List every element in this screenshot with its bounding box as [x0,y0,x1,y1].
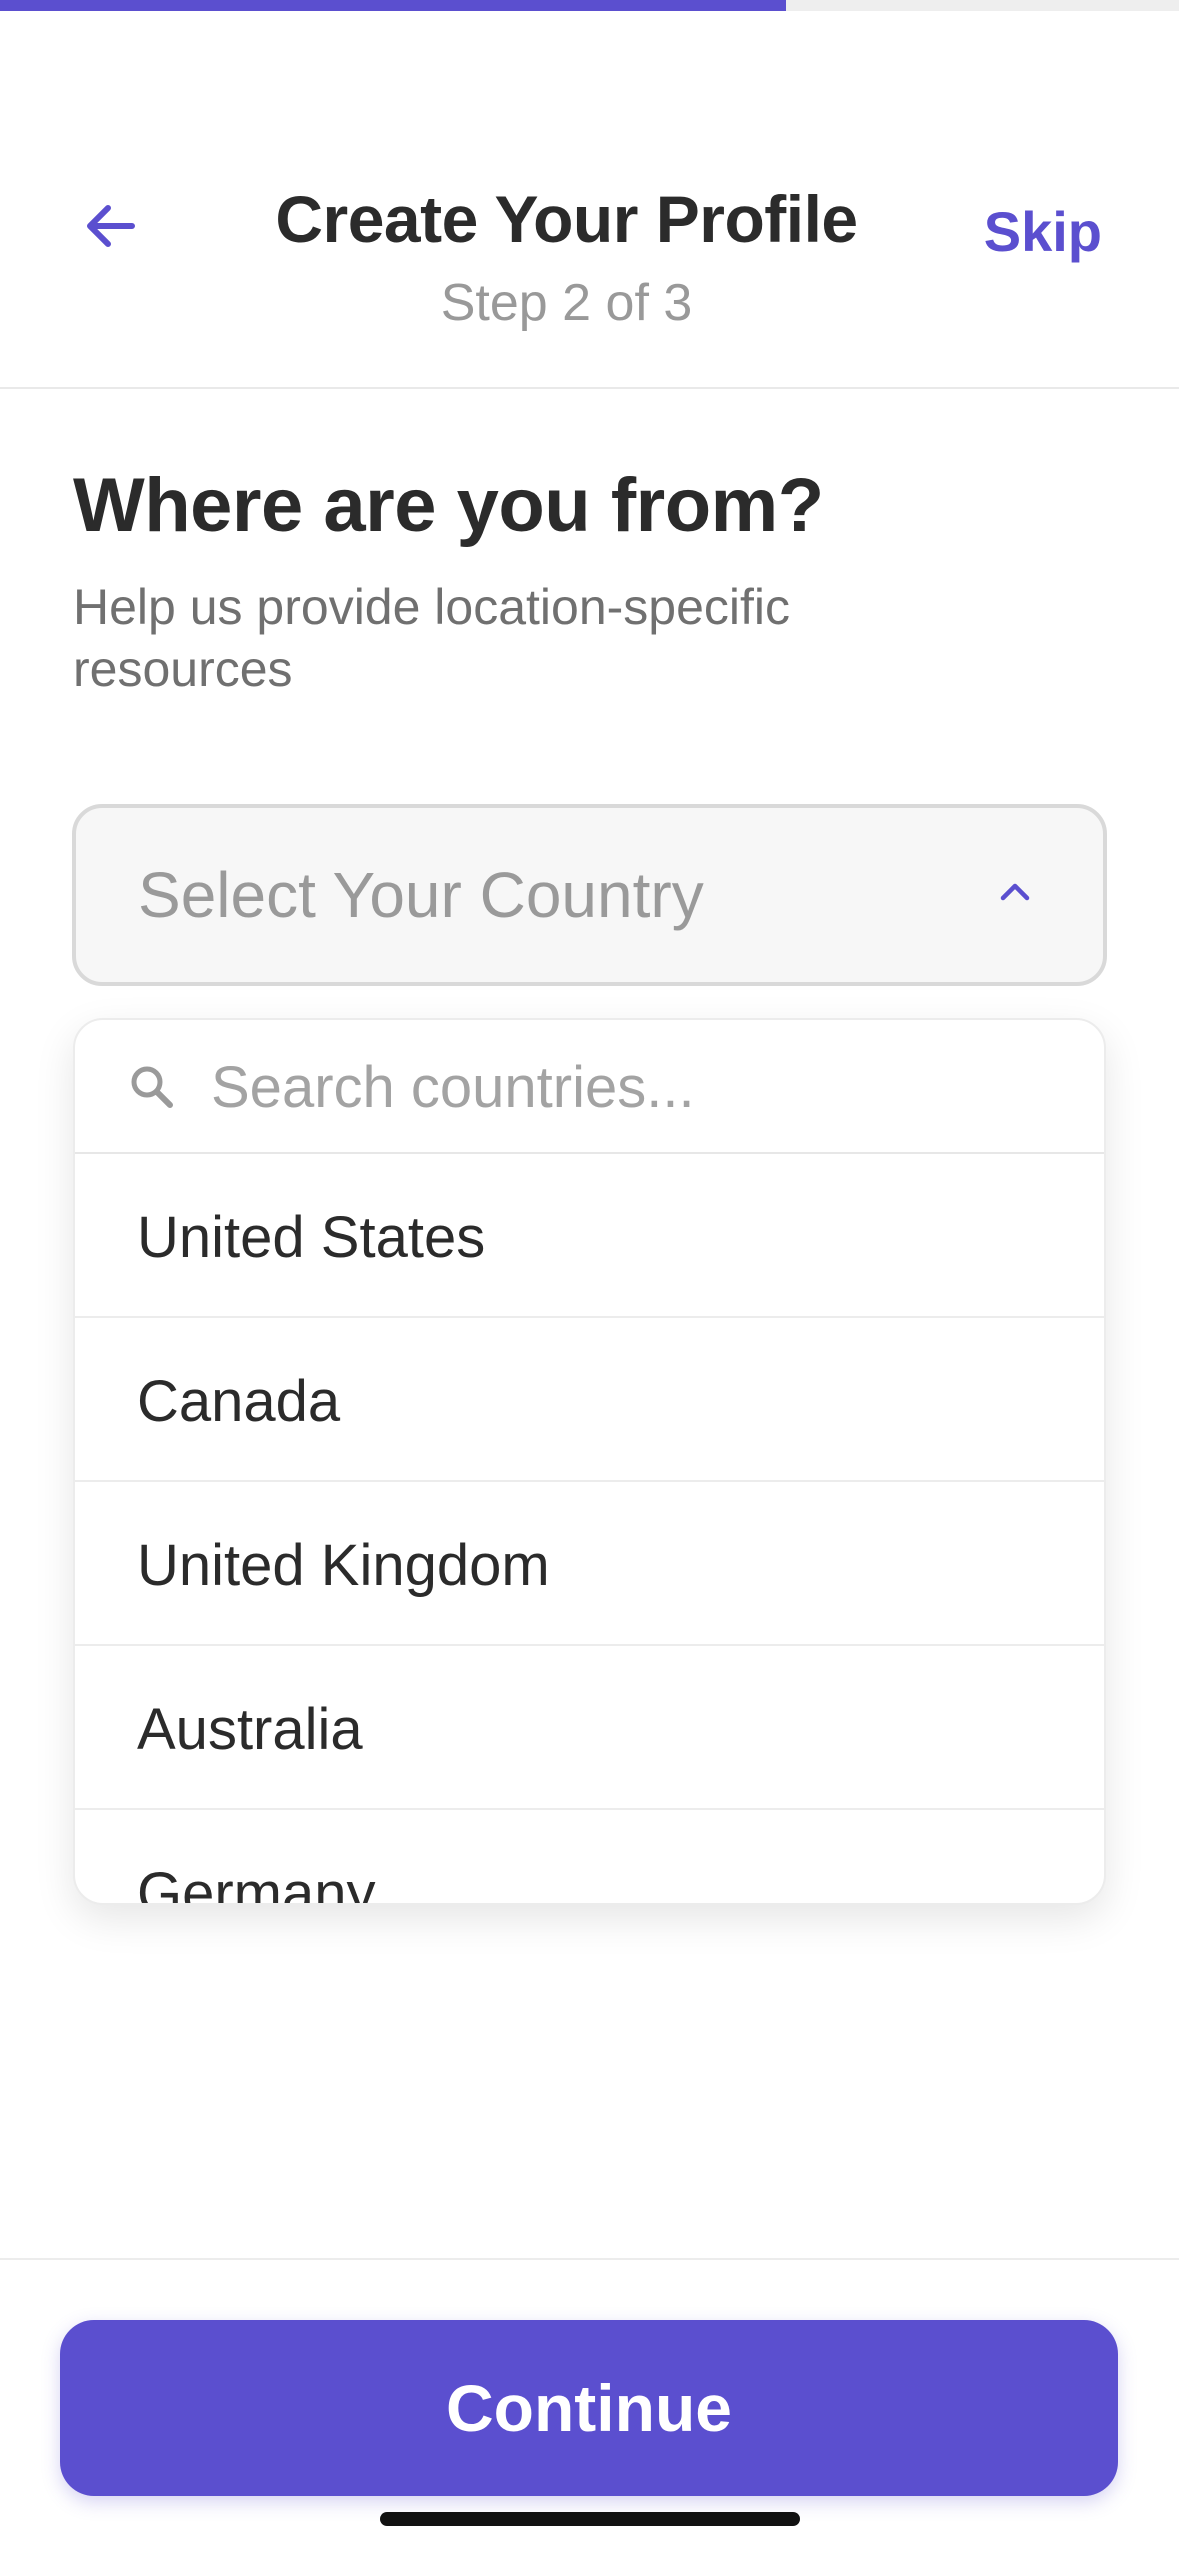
country-search-row [75,1020,1104,1154]
country-option[interactable]: Germany [75,1810,1104,1905]
country-option-label: United States [137,1205,486,1270]
country-option-label: Germany [137,1861,376,1905]
search-icon [131,1066,173,1108]
question-heading: Where are you from? [73,463,824,548]
skip-button[interactable]: Skip [984,199,1102,264]
step-indicator: Step 2 of 3 [440,274,693,332]
country-option-label: Canada [137,1369,341,1434]
country-option-label: Australia [137,1697,363,1762]
continue-button[interactable]: Continue [60,2320,1118,2496]
footer-divider [0,2258,1179,2260]
country-option[interactable]: United Kingdom [75,1482,1104,1646]
header: Create Your Profile Step 2 of 3 Skip [0,11,1179,389]
progress-bar-fill [0,0,787,11]
country-select[interactable]: Select Your Country [72,804,1107,986]
country-option[interactable]: United States [75,1154,1104,1318]
country-option-label: United Kingdom [137,1533,550,1598]
page-title: Create Your Profile [275,182,858,256]
home-indicator [380,2512,800,2526]
question-subtext: Help us provide location-specific resour… [73,579,791,697]
chevron-up-icon [1000,883,1030,901]
progress-bar [0,0,1179,11]
country-option[interactable]: Canada [75,1318,1104,1482]
country-search-input[interactable] [211,1048,1051,1126]
country-select-placeholder: Select Your Country [138,859,704,931]
country-dropdown: United States Canada United Kingdom Aust… [73,1018,1106,1905]
country-option[interactable]: Australia [75,1646,1104,1810]
